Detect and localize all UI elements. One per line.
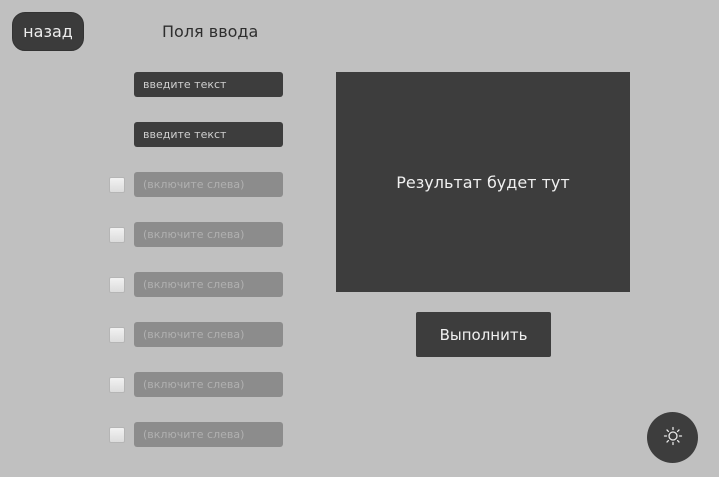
back-button[interactable]: назад: [12, 12, 84, 51]
page-title: Поля ввода: [162, 22, 259, 41]
enable-checkbox-7[interactable]: [109, 377, 125, 393]
text-input-2[interactable]: введите текст: [134, 122, 283, 147]
text-input-1[interactable]: введите текст: [134, 72, 283, 97]
enable-checkbox-8[interactable]: [109, 427, 125, 443]
text-input-4[interactable]: (включите слева): [134, 222, 283, 247]
result-text: Результат будет тут: [396, 172, 570, 192]
enable-checkbox-6[interactable]: [109, 327, 125, 343]
sun-icon: [663, 426, 683, 450]
text-input-6[interactable]: (включите слева): [134, 322, 283, 347]
enable-checkbox-4[interactable]: [109, 227, 125, 243]
theme-toggle-button[interactable]: [647, 412, 698, 463]
enable-checkbox-3[interactable]: [109, 177, 125, 193]
text-input-5[interactable]: (включите слева): [134, 272, 283, 297]
enable-checkbox-5[interactable]: [109, 277, 125, 293]
text-input-8[interactable]: (включите слева): [134, 422, 283, 447]
text-input-3[interactable]: (включите слева): [134, 172, 283, 197]
text-input-7[interactable]: (включите слева): [134, 372, 283, 397]
result-panel: Результат будет тут: [336, 72, 630, 292]
run-button[interactable]: Выполнить: [416, 312, 551, 357]
